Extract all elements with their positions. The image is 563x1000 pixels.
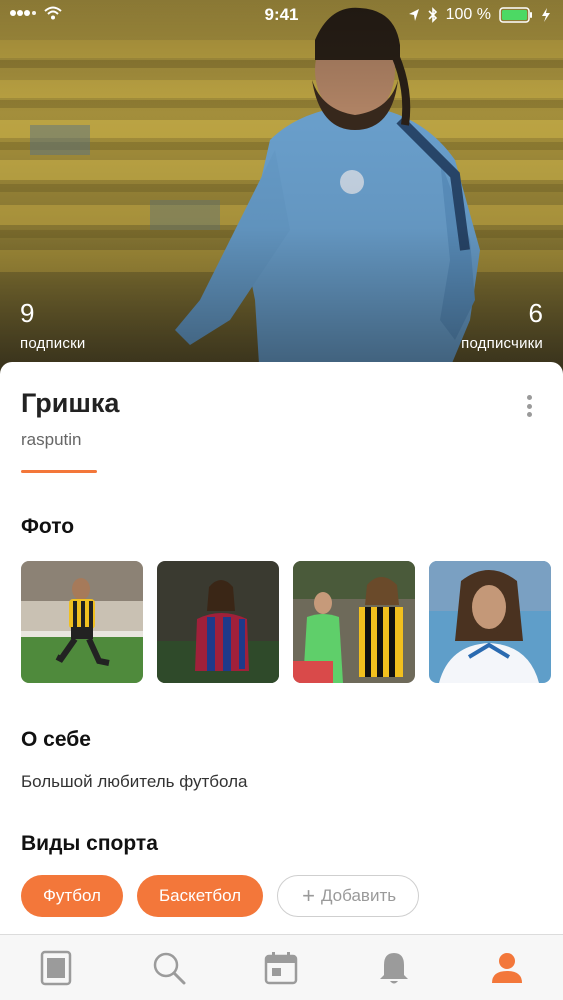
dot-icon [526,395,532,400]
dot-icon [526,412,532,417]
profile-icon [491,952,522,983]
followers-count[interactable]: 6 подписчики [461,298,543,352]
add-sport-label: Добавить [320,886,397,905]
tab-search[interactable] [139,938,199,998]
followers-label: подписчики [461,335,543,352]
sport-chip-basketball[interactable]: Баскетбол [136,875,264,917]
dot-icon [526,403,532,409]
tab-profile[interactable] [477,938,537,998]
about-title: О себе [21,728,91,751]
more-options-button[interactable] [523,392,535,420]
sport-chip-football[interactable]: Футбол [21,875,123,917]
tab-feed[interactable] [26,938,86,998]
search-icon [153,952,186,984]
battery-icon [499,7,532,23]
battery-percent: 100 % [445,6,491,23]
profile-username: rasputin [21,430,82,449]
photo-thumbnail-2[interactable] [157,561,279,683]
charging-icon [542,8,550,22]
photo-thumbnail-4[interactable] [429,561,551,683]
add-sport-button[interactable]: + Добавить [277,875,420,917]
about-text: Большой любитель футбола [21,772,248,791]
tab-calendar[interactable] [251,938,311,998]
bluetooth-icon [428,7,437,23]
profile-cover: 9:41 100 % 9 подписки 6 подписчики [0,0,563,380]
photo-gallery [21,561,551,683]
photos-title: Фото [21,515,75,538]
notifications-icon [380,952,409,983]
profile-name: Гришка [21,388,120,418]
photo-thumbnail-3[interactable] [293,561,415,683]
plus-icon: + [302,883,315,908]
calendar-icon [265,951,298,984]
feed-icon [41,950,72,985]
following-number: 9 [20,298,35,328]
location-icon [408,9,419,21]
sports-chips: Футбол Баскетбол + Добавить [21,875,420,917]
photo-thumbnail-1[interactable] [21,561,143,683]
tab-bar [0,934,563,1000]
tab-notifications[interactable] [364,938,424,998]
profile-sheet: Гришка rasputin Фото О себе Большой люби… [0,362,563,937]
name-underline [21,470,97,473]
status-bar: 9:41 100 % [0,0,563,30]
followers-number: 6 [528,298,543,328]
following-count[interactable]: 9 подписки [20,298,85,352]
sports-title: Виды спорта [21,832,158,855]
following-label: подписки [20,335,86,352]
